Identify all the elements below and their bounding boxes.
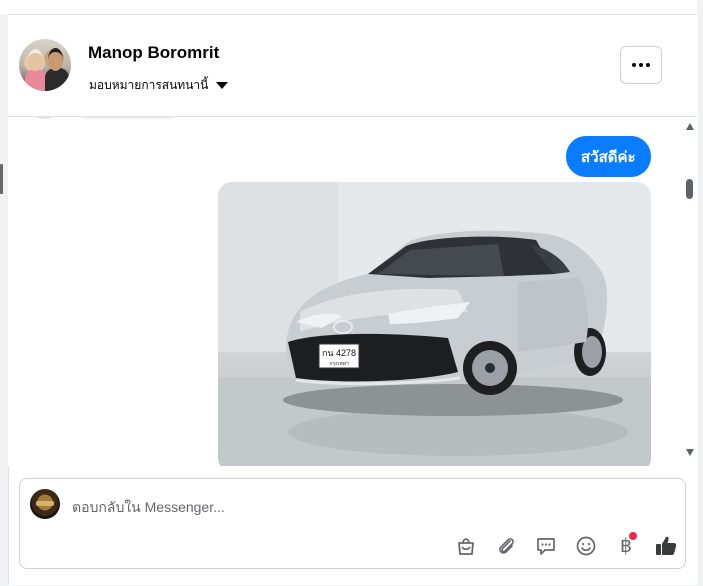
shopping-bag-icon <box>458 538 474 555</box>
payment-button[interactable]: ฿ <box>612 532 640 559</box>
car-plate-number: กน 4278 <box>322 348 356 358</box>
more-options-button[interactable] <box>620 46 662 84</box>
composer-toolbar: ฿ <box>452 532 680 559</box>
top-bar <box>0 0 703 15</box>
conversation-header: Manop Boromrit มอบหมายการสนทนานี้ <box>8 15 697 117</box>
page-avatar-logo <box>36 501 54 506</box>
attach-button[interactable] <box>492 533 520 559</box>
car-image: กน 4278 กรุงเทพฯ <box>218 182 651 466</box>
previous-message-bubble <box>76 117 180 119</box>
assign-conversation-dropdown[interactable]: มอบหมายการสนทนานี้ <box>89 76 229 95</box>
car-photo-attachment[interactable]: กน 4278 กรุงเทพฯ <box>218 182 651 466</box>
paperclip-icon <box>499 538 514 554</box>
thread-scrollbar[interactable] <box>683 117 697 466</box>
avatar-person-2 <box>45 68 69 91</box>
contact-name[interactable]: Manop Boromrit <box>88 43 219 63</box>
avatar-head-1 <box>28 49 43 71</box>
message-thread[interactable]: สวัสดีค่ะ กน 4278 กรุงเทพฯ <box>8 117 683 466</box>
scroll-thumb[interactable] <box>686 179 693 199</box>
caret-down-icon <box>216 82 229 89</box>
scroll-down-arrow-icon[interactable] <box>686 449 694 456</box>
car-plate-province: กรุงเทพฯ <box>329 361 348 367</box>
chat-bubble-icon <box>537 538 555 555</box>
avatar-head-2 <box>48 48 63 71</box>
avatar-person-1 <box>25 69 47 91</box>
reply-composer: ฿ <box>19 478 686 569</box>
left-edge-marker <box>0 164 3 194</box>
contact-avatar[interactable] <box>19 39 71 91</box>
message-bubble-outgoing[interactable]: สวัสดีค่ะ <box>566 136 651 177</box>
emoji-button[interactable] <box>572 533 600 559</box>
like-button[interactable] <box>652 533 680 559</box>
assign-label: มอบหมายการสนทนานี้ <box>89 78 209 92</box>
scroll-up-arrow-icon[interactable] <box>686 123 694 130</box>
smiley-icon <box>576 536 596 556</box>
reply-input[interactable] <box>72 497 632 517</box>
more-icon <box>632 63 650 67</box>
left-edge <box>0 14 8 586</box>
thumbs-up-icon <box>656 536 677 555</box>
notification-dot <box>629 532 637 540</box>
previous-sender-avatar <box>32 117 56 119</box>
saved-replies-button[interactable] <box>532 533 560 559</box>
shop-bag-button[interactable] <box>452 533 480 559</box>
page-avatar <box>30 489 60 519</box>
